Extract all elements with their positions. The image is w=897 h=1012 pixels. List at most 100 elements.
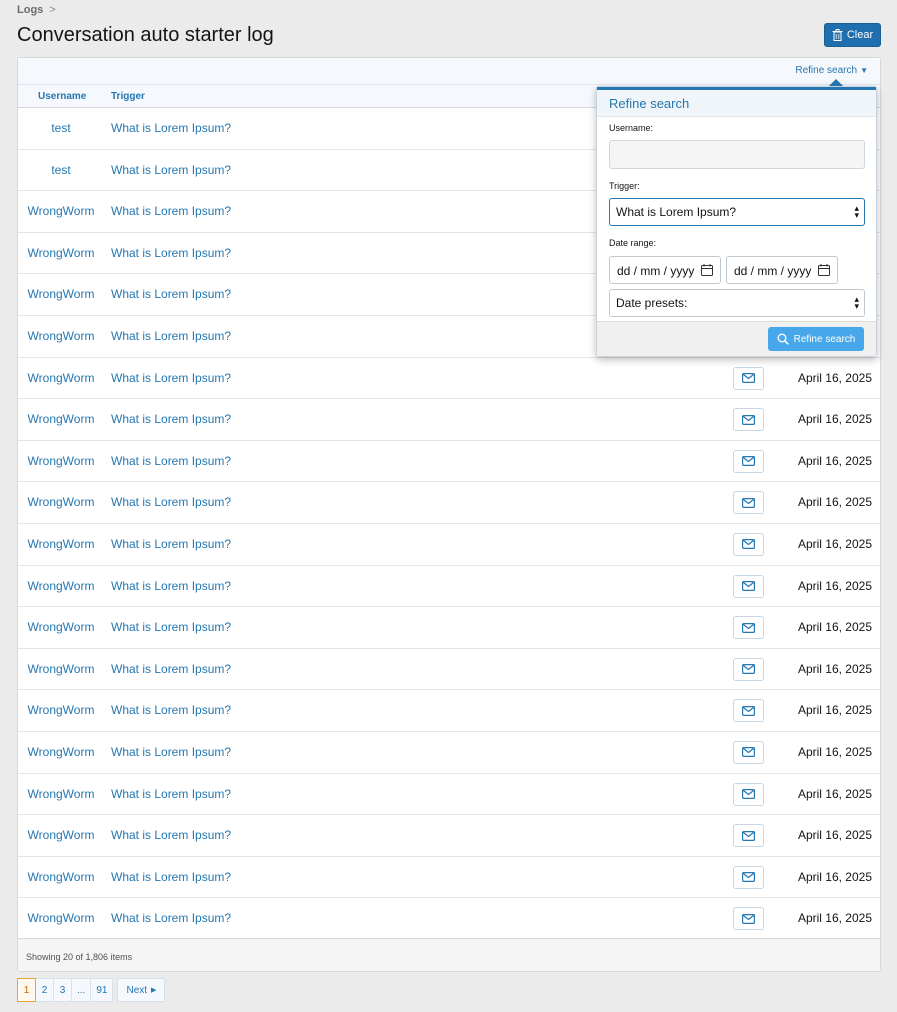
page-link-2[interactable]: 2	[35, 978, 54, 1002]
page-link-1[interactable]: 1	[17, 978, 36, 1002]
row-trigger[interactable]: What is Lorem Ipsum?	[111, 870, 231, 884]
row-username[interactable]: WrongWorm	[18, 329, 104, 343]
table-row: WrongWorm What is Lorem Ipsum? April 16, 2…	[18, 690, 880, 732]
message-button[interactable]	[733, 616, 764, 640]
table-footer: Showing 20 of 1,806 items	[18, 938, 880, 971]
date-to-input[interactable]: dd / mm / yyyy	[726, 256, 838, 284]
filter-bar: Refine search ▼	[18, 58, 880, 85]
row-username[interactable]: WrongWorm	[18, 579, 104, 593]
row-trigger[interactable]: What is Lorem Ipsum?	[111, 537, 231, 551]
trigger-label: Trigger:	[609, 181, 640, 191]
row-date: April 16, 2025	[797, 869, 872, 884]
date-from-input[interactable]: dd / mm / yyyy	[609, 256, 721, 284]
row-trigger[interactable]: What is Lorem Ipsum?	[111, 495, 231, 509]
row-date: April 16, 2025	[797, 661, 872, 676]
row-date: April 16, 2025	[797, 703, 872, 718]
date-to-placeholder: dd / mm / yyyy	[734, 264, 812, 278]
row-username[interactable]: WrongWorm	[18, 870, 104, 884]
row-trigger[interactable]: What is Lorem Ipsum?	[111, 662, 231, 676]
refine-search-link-label: Refine search	[795, 65, 858, 76]
row-trigger[interactable]: What is Lorem Ipsum?	[111, 371, 231, 385]
row-trigger[interactable]: What is Lorem Ipsum?	[111, 329, 231, 343]
row-username[interactable]: WrongWorm	[18, 371, 104, 385]
row-trigger[interactable]: What is Lorem Ipsum?	[111, 828, 231, 842]
envelope-icon	[742, 664, 755, 675]
row-username[interactable]: WrongWorm	[18, 828, 104, 842]
trigger-select-value: What is Lorem Ipsum?	[616, 205, 737, 219]
table-row: WrongWorm What is Lorem Ipsum? April 16, 2…	[18, 441, 880, 483]
row-username[interactable]: WrongWorm	[18, 287, 104, 301]
envelope-icon	[742, 373, 755, 384]
column-header-trigger[interactable]: Trigger	[111, 91, 145, 102]
table-row: WrongWorm What is Lorem Ipsum? April 16, 2…	[18, 898, 880, 940]
row-trigger[interactable]: What is Lorem Ipsum?	[111, 787, 231, 801]
row-trigger[interactable]: What is Lorem Ipsum?	[111, 911, 231, 925]
row-username[interactable]: WrongWorm	[18, 204, 104, 218]
row-username[interactable]: WrongWorm	[18, 537, 104, 551]
row-trigger[interactable]: What is Lorem Ipsum?	[111, 246, 231, 260]
clear-button[interactable]: Clear	[824, 23, 881, 47]
refine-search-button[interactable]: Refine search	[768, 327, 864, 351]
message-button[interactable]	[733, 657, 764, 681]
envelope-icon	[742, 622, 755, 633]
row-username[interactable]: WrongWorm	[18, 454, 104, 468]
row-username[interactable]: WrongWorm	[18, 745, 104, 759]
message-button[interactable]	[733, 699, 764, 723]
row-trigger[interactable]: What is Lorem Ipsum?	[111, 287, 231, 301]
envelope-icon	[742, 913, 755, 924]
row-trigger[interactable]: What is Lorem Ipsum?	[111, 579, 231, 593]
row-username[interactable]: WrongWorm	[18, 246, 104, 260]
popup-footer: Refine search	[597, 321, 876, 356]
envelope-icon	[742, 539, 755, 550]
message-button[interactable]	[733, 907, 764, 931]
row-username[interactable]: WrongWorm	[18, 703, 104, 717]
row-username[interactable]: WrongWorm	[18, 787, 104, 801]
row-trigger[interactable]: What is Lorem Ipsum?	[111, 703, 231, 717]
page-link-91[interactable]: 91	[90, 978, 114, 1002]
row-trigger[interactable]: What is Lorem Ipsum?	[111, 620, 231, 634]
column-header-username[interactable]: Username	[38, 91, 86, 102]
message-button[interactable]	[733, 824, 764, 848]
message-button[interactable]	[733, 865, 764, 889]
row-trigger[interactable]: What is Lorem Ipsum?	[111, 163, 231, 177]
envelope-icon	[742, 414, 755, 425]
row-username[interactable]: WrongWorm	[18, 495, 104, 509]
message-button[interactable]	[733, 574, 764, 598]
envelope-icon	[742, 581, 755, 592]
row-date: April 16, 2025	[797, 620, 872, 635]
date-presets-select[interactable]: Date presets: ▴ ▾	[609, 289, 865, 317]
date-from-placeholder: dd / mm / yyyy	[617, 264, 695, 278]
row-trigger[interactable]: What is Lorem Ipsum?	[111, 412, 231, 426]
row-username[interactable]: test	[18, 163, 104, 177]
message-button[interactable]	[733, 408, 764, 432]
row-username[interactable]: WrongWorm	[18, 620, 104, 634]
pagination: 1 2 3... 91 Next ▶	[17, 978, 166, 1002]
message-button[interactable]	[733, 366, 764, 390]
date-range-label: Date range:	[609, 238, 657, 248]
next-page-button[interactable]: Next ▶	[117, 978, 166, 1002]
row-date: April 16, 2025	[797, 495, 872, 510]
trigger-select[interactable]: What is Lorem Ipsum? ▴ ▾	[609, 198, 865, 226]
row-trigger[interactable]: What is Lorem Ipsum?	[111, 454, 231, 468]
breadcrumb-logs[interactable]: Logs	[17, 4, 43, 16]
message-button[interactable]	[733, 491, 764, 515]
refine-search-link[interactable]: Refine search ▼	[795, 65, 868, 76]
row-username[interactable]: test	[18, 121, 104, 135]
row-trigger[interactable]: What is Lorem Ipsum?	[111, 204, 231, 218]
page-link-3[interactable]: 3	[53, 978, 72, 1002]
message-button[interactable]	[733, 740, 764, 764]
clear-button-label: Clear	[846, 29, 874, 41]
envelope-icon	[742, 497, 755, 508]
page-ellipsis[interactable]: ...	[71, 978, 92, 1002]
table-row: WrongWorm What is Lorem Ipsum? April 16, 2…	[18, 649, 880, 691]
row-trigger[interactable]: What is Lorem Ipsum?	[111, 745, 231, 759]
message-button[interactable]	[733, 782, 764, 806]
message-button[interactable]	[733, 532, 764, 556]
row-date: April 16, 2025	[797, 536, 872, 551]
row-username[interactable]: WrongWorm	[18, 412, 104, 426]
row-username[interactable]: WrongWorm	[18, 911, 104, 925]
row-trigger[interactable]: What is Lorem Ipsum?	[111, 121, 231, 135]
username-input[interactable]	[609, 140, 865, 169]
row-username[interactable]: WrongWorm	[18, 662, 104, 676]
message-button[interactable]	[733, 449, 764, 473]
